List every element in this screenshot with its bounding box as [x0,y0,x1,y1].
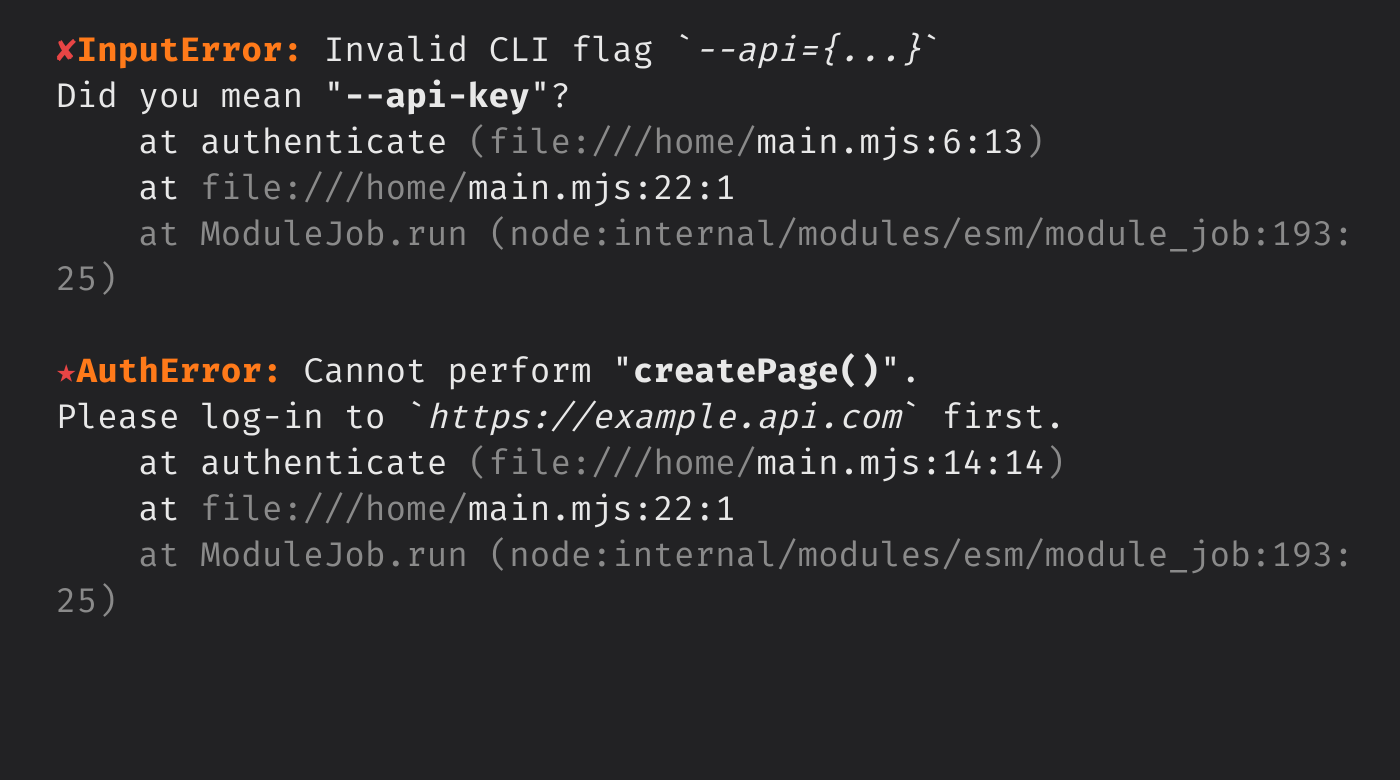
stack-internal: at ModuleJob.run (node:internal/modules/… [56,214,1354,301]
error-message-bold: createPage() [633,351,880,392]
error-message-pre: Cannot perform " [283,351,633,392]
hint-pre: Did you mean " [56,76,344,117]
stack-path-dim: file:///home/ [489,122,757,163]
hint-suggestion: --api-key [344,76,529,117]
terminal-output: ✘InputError: Invalid CLI flag `--api={..… [0,0,1400,625]
stack-fn: authenticate [200,122,468,163]
hint-post: ` first. [901,397,1066,438]
stack-lparen: ( [468,122,489,163]
cross-icon: ✘ [56,30,77,71]
stack-lparen: ( [468,443,489,484]
error-type: InputError: [77,30,304,71]
stack-at: at [56,443,200,484]
error-block-2: ★AuthError: Cannot perform "createPage()… [56,351,1354,621]
stack-file: main.mjs:22:1 [468,168,736,209]
stack-at: at [56,122,200,163]
stack-file: main.mjs:14:14 [756,443,1044,484]
error-message-post: ". [880,351,921,392]
stack-fn: authenticate [200,443,468,484]
stack-path-dim: file:///home/ [200,168,468,209]
stack-file: main.mjs:22:1 [468,489,736,530]
stack-rparen: ) [1024,122,1045,163]
error-block-1: ✘InputError: Invalid CLI flag `--api={..… [56,30,1354,300]
error-message-pre: Invalid CLI flag ` [303,30,694,71]
stack-path-dim: file:///home/ [200,489,468,530]
stack-at: at [56,168,200,209]
error-message-post: ` [921,30,942,71]
star-icon: ★ [56,351,77,392]
stack-file: main.mjs:6:13 [756,122,1024,163]
hint-post: "? [530,76,571,117]
error-type: AuthError: [77,351,283,392]
stack-at: at [56,489,200,530]
hint-url: https://example.api.com [427,397,901,438]
error-message-code: --api={...} [695,30,922,71]
hint-pre: Please log-in to ` [56,397,427,438]
stack-path-dim: file:///home/ [489,443,757,484]
stack-rparen: ) [1045,443,1066,484]
stack-internal: at ModuleJob.run (node:internal/modules/… [56,535,1354,622]
